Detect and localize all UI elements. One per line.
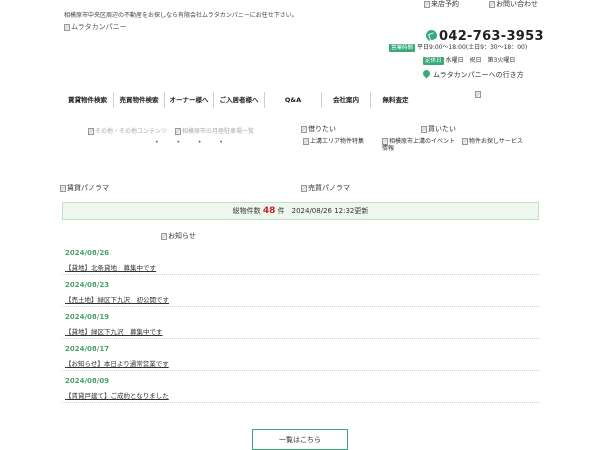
visit-reservation-link[interactable]: 来店予約 (424, 0, 459, 9)
property-search-service-link[interactable]: 物件お探しサービス (462, 138, 523, 145)
hours-text: 平日9:00～18:00(土日9：30～18：00) (417, 44, 528, 51)
nav-residents[interactable]: ご入居者様へ (214, 92, 265, 108)
global-nav: 賃貸物件検索 売買物件検索 オーナー様へ ご入居者様へ Q&A 会社案内 無料査… (62, 92, 414, 108)
count-suffix: 件 2024/08/26 12:32更新 (277, 207, 369, 215)
news-divider (62, 306, 539, 307)
search-service-image-icon (462, 138, 468, 145)
header-broken-image (475, 84, 482, 103)
nav-company[interactable]: 会社案内 (322, 92, 371, 108)
slider-caption-right: 相模原市の月極駐車場一覧 (182, 128, 255, 135)
logo-broken-image-icon (64, 23, 70, 31)
closed-badge: 定休日 (423, 57, 444, 65)
rent-panorama-label: 賃貸パノラマ (67, 184, 109, 192)
nav-free-appraisal[interactable]: 無料査定 (371, 92, 420, 108)
phone-number-text: 042-763-3953 (439, 29, 544, 44)
kamimizo-area-label: 上溝エリア物件特集 (310, 138, 365, 145)
kamimizo-area-link[interactable]: 上溝エリア物件特集 (303, 138, 364, 145)
news-divider (62, 370, 539, 371)
slider-dots[interactable]: • • • • (155, 139, 231, 146)
nav-sale-search[interactable]: 売買物件検索 (114, 92, 165, 108)
slider-caption-left: その他・その他コンテンツ (95, 128, 168, 135)
rent-want-link[interactable]: 借りたい (301, 125, 336, 134)
news-date: 2024/08/26 (65, 249, 110, 257)
news-divider (62, 274, 539, 275)
news-item-link[interactable]: 【賃貸戸建て】ご成約となりました (65, 390, 169, 400)
kamimizo-events-link[interactable]: 相模原市上溝のイベント情報 (382, 138, 457, 152)
news-divider (62, 402, 539, 403)
slide-image-icon (88, 128, 94, 135)
sale-panorama-label: 売買パノラマ (308, 184, 350, 192)
news-more-button[interactable]: 一覧はこちら (252, 429, 348, 450)
rent-image-icon (301, 125, 307, 133)
sale-panorama-image-icon (301, 184, 307, 192)
count-prefix: 総物件数 (232, 207, 261, 215)
nav-owners[interactable]: オーナー様へ (165, 92, 214, 108)
buy-want-link[interactable]: 買いたい (421, 125, 456, 134)
rent-want-label: 借りたい (308, 125, 336, 133)
directions-label: ムラタカンパニーへの行き方 (433, 71, 524, 79)
news-item-link[interactable]: 【貸地】緑区下九沢 募集中です (65, 326, 163, 336)
calendar-icon (424, 0, 430, 8)
news-item-link[interactable]: 【お知らせ】本日より通常営業です (65, 358, 169, 368)
contact-link[interactable]: お問い合わせ (489, 0, 538, 9)
slider-slide-left[interactable]: その他・その他コンテンツ (88, 128, 167, 135)
rent-panorama-link[interactable]: 賃貸パノラマ (60, 184, 109, 193)
hours-badge: 営業時間 (389, 44, 416, 52)
logo-alt-text: ムラタカンパニー (71, 23, 127, 31)
news-date: 2024/08/17 (65, 345, 110, 353)
broken-image-icon (475, 91, 481, 98)
closed-days: 定休日 水曜日 祝日 第3火曜日 (423, 57, 515, 65)
news-heading: お知らせ (161, 232, 196, 241)
news-heading-alt: お知らせ (168, 232, 196, 240)
site-logo[interactable]: ムラタカンパニー (64, 23, 127, 32)
visit-reservation-label: 来店予約 (431, 0, 459, 8)
buy-image-icon (421, 125, 427, 133)
nav-qa[interactable]: Q&A (265, 92, 322, 108)
slide-image-icon (175, 128, 181, 135)
rent-panorama-image-icon (60, 184, 66, 192)
property-search-service-label: 物件お探しサービス (469, 138, 523, 145)
closed-text: 水曜日 祝日 第3火曜日 (445, 57, 516, 64)
map-pin-icon (421, 68, 432, 79)
property-count-bar: 総物件数 48 件 2024/08/26 12:32更新 (62, 202, 539, 220)
directions-link[interactable]: ムラタカンパニーへの行き方 (421, 68, 524, 80)
news-heading-image-icon (161, 232, 167, 240)
slider-slide-right[interactable]: 相模原市の月極駐車場一覧 (175, 128, 254, 135)
news-divider (62, 338, 539, 339)
events-image-icon (382, 138, 388, 145)
kamimizo-events-label: 相模原市上溝のイベント情報 (382, 138, 456, 153)
area-image-icon (303, 138, 309, 145)
buy-want-label: 買いたい (428, 125, 456, 133)
mail-icon (489, 0, 495, 8)
news-date: 2024/08/23 (65, 281, 110, 289)
business-hours: 営業時間 平日9:00～18:00(土日9：30～18：00) (389, 44, 527, 52)
news-date: 2024/08/09 (65, 377, 110, 385)
news-item-link[interactable]: 【売土地】緑区下九沢 初公開です (65, 294, 169, 304)
contact-label: お問い合わせ (496, 0, 538, 8)
phone-icon (426, 30, 437, 41)
news-date: 2024/08/19 (65, 313, 110, 321)
site-tagline: 相模原市中央区周辺の不動産をお探しなら有限会社ムラタカンパニーにお任せ下さい。 (64, 12, 298, 19)
phone-number[interactable]: 042-763-3953 (426, 25, 544, 44)
nav-rent-search[interactable]: 賃貸物件検索 (62, 92, 114, 108)
sale-panorama-link[interactable]: 売買パノラマ (301, 184, 350, 193)
news-item-link[interactable]: 【貸地】北条貸地 募集中です (65, 262, 156, 272)
property-count: 48 (262, 206, 276, 216)
